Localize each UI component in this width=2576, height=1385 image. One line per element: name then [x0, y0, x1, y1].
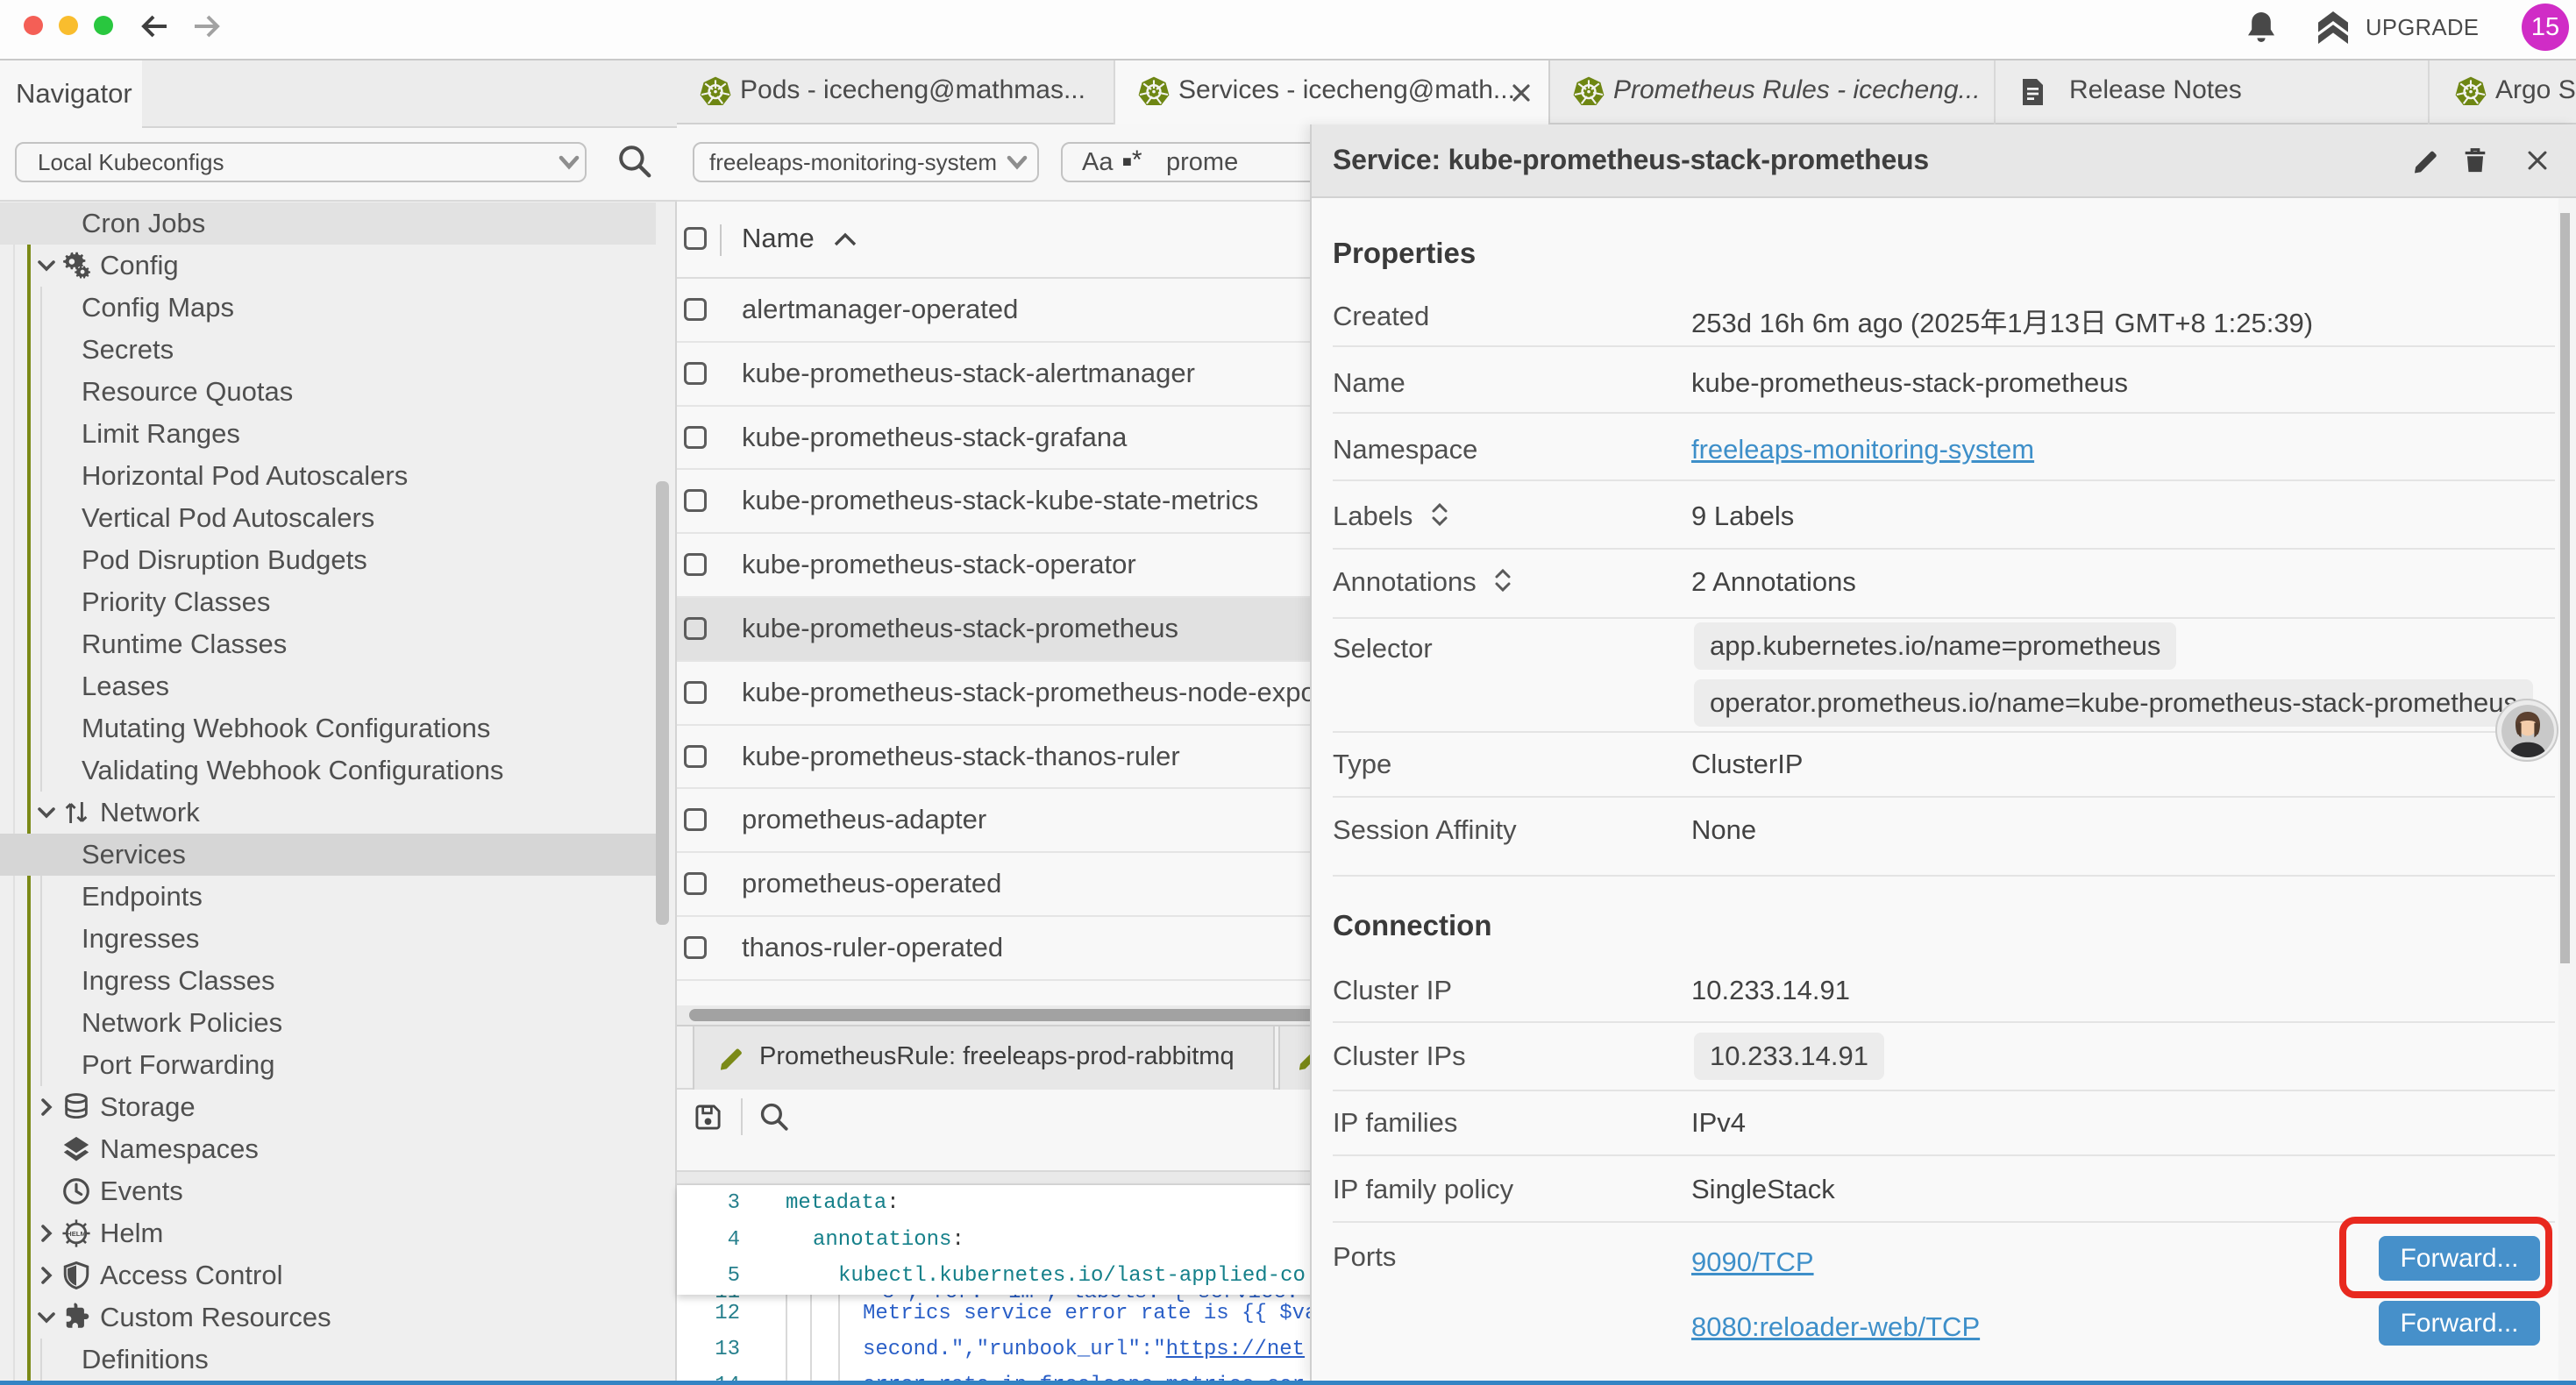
- svg-text:HELM: HELM: [67, 1229, 86, 1237]
